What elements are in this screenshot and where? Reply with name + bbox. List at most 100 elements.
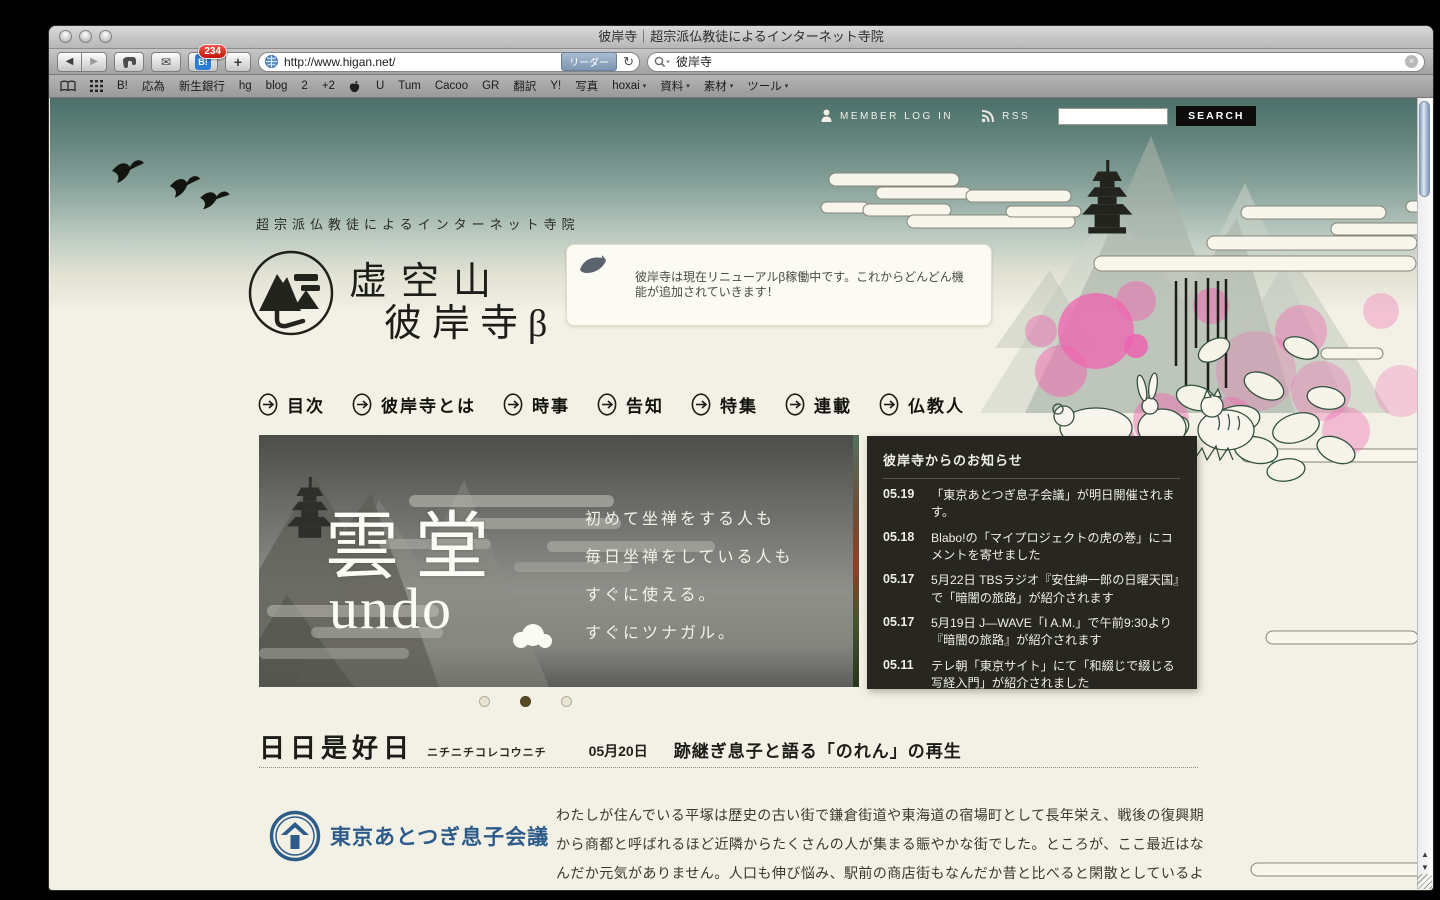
nav-item[interactable]: 告知 <box>597 392 664 417</box>
article-header: 日日是好日 ニチニチコレコウニチ 05月20日 跡継ぎ息子と語る「のれん」の再生 <box>259 728 962 765</box>
slide-copy-line: すぐに使える。 <box>585 587 718 604</box>
top-sites-grid-icon[interactable] <box>90 80 103 92</box>
bookmark-item[interactable]: +2 <box>322 80 335 92</box>
desktop: 彼岸寺｜超宗派仏教徒によるインターネット寺院 ◀ ▶ ✉ B! 234 + ht… <box>0 0 1440 900</box>
bookmark-item[interactable]: 素材 ▾ <box>704 78 734 94</box>
bookmark-item[interactable]: hg <box>239 80 252 92</box>
bookmark-item[interactable]: Tum <box>398 80 421 92</box>
circle-arrow-icon <box>503 393 523 416</box>
section-title[interactable]: 日日是好日 <box>259 728 414 765</box>
clear-search-icon[interactable]: × <box>1405 55 1418 68</box>
main-nav: 目次 彼岸寺とは 時事 告知 特集 連載 仏教人 <box>258 392 965 417</box>
evernote-button[interactable] <box>114 51 144 72</box>
circle-arrow-icon <box>597 393 617 416</box>
notice-text: 彼岸寺は現在リニューアルβ稼働中です。これからどんどん機能が追加されていきます！ <box>635 270 964 299</box>
temple-logo-icon[interactable] <box>247 249 335 337</box>
bookmark-item[interactable]: 写真 <box>575 78 598 94</box>
nav-item[interactable]: 時事 <box>503 392 570 417</box>
window-titlebar[interactable]: 彼岸寺｜超宗派仏教徒によるインターネット寺院 <box>49 26 1433 49</box>
back-button[interactable]: ◀ <box>57 51 82 72</box>
member-icon <box>821 109 832 122</box>
bookmark-item[interactable]: Y! <box>550 80 561 92</box>
bookmark-item[interactable]: 応為 <box>142 78 165 94</box>
address-bar[interactable]: http://www.higan.net/ リーダー ↻ <box>258 51 640 72</box>
scrollbar-thumb[interactable] <box>1419 101 1430 197</box>
bookmark-item[interactable]: 新生銀行 <box>179 78 225 94</box>
forward-button[interactable]: ▶ <box>82 51 107 72</box>
browser-window: 彼岸寺｜超宗派仏教徒によるインターネット寺院 ◀ ▶ ✉ B! 234 + ht… <box>48 25 1434 891</box>
carousel-dot[interactable] <box>561 696 572 707</box>
article-title[interactable]: 跡継ぎ息子と語る「のれん」の再生 <box>674 737 962 762</box>
unread-badge: 234 <box>198 43 227 59</box>
bookmark-item[interactable]: GR <box>482 80 499 92</box>
slide-title-en: undo <box>329 576 453 641</box>
news-item[interactable]: 05.17 5月22日 TBSラジオ『安住紳一郎の日曜天国』で「暗闇の旅路」が紹… <box>883 572 1180 607</box>
bookmark-item[interactable]: hoxai ▾ <box>612 80 646 92</box>
bookmark-item[interactable]: U <box>376 80 384 92</box>
site-search-input[interactable] <box>1058 107 1169 125</box>
bookmarks-book-icon[interactable] <box>60 80 76 92</box>
site-search-button[interactable]: SEARCH <box>1176 106 1257 126</box>
url-text[interactable]: http://www.higan.net/ <box>284 55 395 69</box>
rss-link[interactable]: RSS <box>1002 111 1030 122</box>
hero-carousel[interactable]: 雲堂 undo 初めて坐禅をする人も 毎日坐禅をしている人も すぐに使える。 すぐにツ… <box>259 435 859 687</box>
bookmark-item[interactable]: 資料 ▾ <box>660 78 690 94</box>
bookmark-item[interactable] <box>349 80 362 93</box>
news-divider <box>883 478 1180 479</box>
circle-arrow-icon <box>352 393 372 416</box>
zoom-button[interactable] <box>99 30 112 43</box>
bookmark-item[interactable]: ツール ▾ <box>747 78 788 94</box>
bookmark-item[interactable]: B! <box>117 80 128 92</box>
news-date: 05.18 <box>883 529 915 544</box>
circle-arrow-icon <box>879 393 899 416</box>
bookmark-item[interactable]: 翻訳 <box>513 78 536 94</box>
slide-copy-line: 初めて坐禅をする人も <box>585 511 776 528</box>
bookmark-item[interactable]: blog <box>266 80 288 92</box>
news-text[interactable]: 5月19日 J—WAVE「I A.M.」で午前9:30より『暗闇の旅路』が紹介さ… <box>931 615 1180 650</box>
news-date: 05.19 <box>883 487 915 501</box>
news-text[interactable]: Blabo!の「マイプロジェクトの虎の巻」にコメントを寄せました <box>931 530 1180 565</box>
nav-item[interactable]: 仏教人 <box>879 392 965 417</box>
nav-item[interactable]: 彼岸寺とは <box>352 392 476 417</box>
toolbar-search-field[interactable]: 彼岸寺 × <box>647 51 1425 72</box>
bookmark-item[interactable]: Cacoo <box>435 80 468 92</box>
hatena-bookmark-wrap: B! 234 <box>188 43 227 72</box>
nav-item[interactable]: 特集 <box>691 392 758 417</box>
search-query[interactable]: 彼岸寺 <box>676 53 712 70</box>
news-date: 05.17 <box>883 572 915 587</box>
news-text[interactable]: 5月22日 TBSラジオ『安住紳一郎の日曜天国』で「暗闇の旅路」が紹介されます <box>931 572 1180 607</box>
nav-item[interactable]: 目次 <box>258 392 325 417</box>
close-button[interactable] <box>59 30 72 43</box>
author-name[interactable]: 東京あとつぎ息子会議 <box>330 821 549 851</box>
news-item[interactable]: 05.19 「東京あとつぎ息子会議」が明日開催されます。 <box>883 487 1180 522</box>
bookmark-item[interactable]: 2 <box>301 80 307 92</box>
elephant-icon <box>123 56 136 68</box>
twitter-bird-icon <box>580 255 606 273</box>
nav-item[interactable]: 連載 <box>785 392 852 417</box>
news-item[interactable]: 05.11 テレ朝「東京サイト」にて「和綴じで綴じる写経入門」が紹介されました <box>883 658 1180 693</box>
mail-button[interactable]: ✉ <box>151 51 181 72</box>
news-item[interactable]: 05.18 Blabo!の「マイプロジェクトの虎の巻」にコメントを寄せました <box>883 530 1180 565</box>
article-body: わたしが住んでいる平塚は歴史の古い街で鎌倉街道や東海道の宿場町として長年栄え、戦… <box>556 807 1204 881</box>
reload-icon[interactable]: ↻ <box>623 55 634 68</box>
site-title-line2[interactable]: 彼岸寺β <box>384 292 557 347</box>
slide-copy-line: すぐにツナガル。 <box>585 625 738 642</box>
new-tab-button[interactable]: + <box>225 51 251 72</box>
bookmark-list: B! 応為 新生銀行 hg blog 2 +2 U Tum Cacoo GR 翻… <box>117 78 788 94</box>
next-slide-edge <box>853 435 859 687</box>
reader-button[interactable]: リーダー <box>561 52 618 71</box>
news-text[interactable]: 「東京あとつぎ息子会議」が明日開催されます。 <box>931 487 1180 522</box>
member-login-link[interactable]: MEMBER LOG IN <box>840 111 953 122</box>
carousel-dot[interactable] <box>520 696 531 707</box>
minimize-button[interactable] <box>79 30 92 43</box>
carousel-dot[interactable] <box>479 696 490 707</box>
scroll-down-icon[interactable]: ▼ <box>1418 863 1432 872</box>
news-text[interactable]: テレ朝「東京サイト」にて「和綴じで綴じる写経入門」が紹介されました <box>931 658 1180 693</box>
resize-grip[interactable] <box>1417 874 1432 889</box>
dotted-divider <box>259 767 1198 768</box>
globe-favicon <box>265 55 278 68</box>
circle-arrow-icon <box>691 393 711 416</box>
scroll-up-icon[interactable]: ▲ <box>1418 850 1432 859</box>
news-item[interactable]: 05.17 5月19日 J—WAVE「I A.M.」で午前9:30より『暗闇の旅… <box>883 615 1180 650</box>
author-logo[interactable]: 東京あとつぎ息子会議 <box>269 810 549 862</box>
